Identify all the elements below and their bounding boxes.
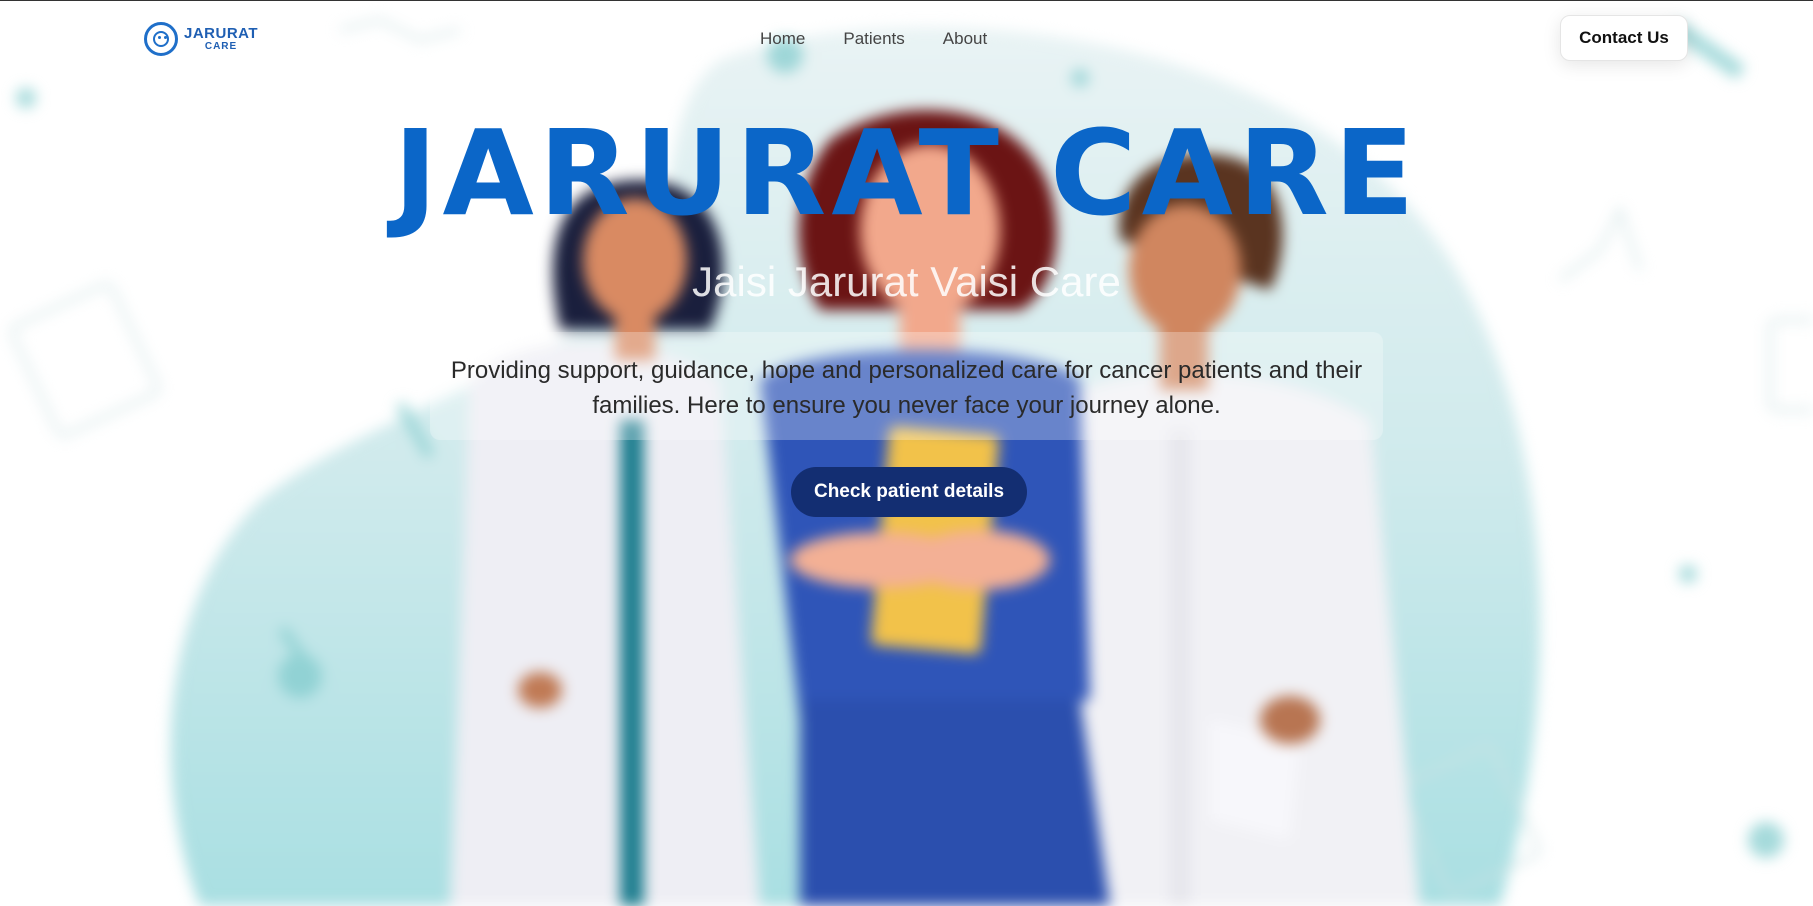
hero-description: Providing support, guidance, hope and pe… — [450, 357, 1363, 419]
nav-link-about[interactable]: About — [943, 28, 987, 50]
contact-us-button[interactable]: Contact Us — [1560, 15, 1688, 61]
logo-line-2: CARE — [204, 41, 238, 52]
nav-link-home[interactable]: Home — [760, 28, 805, 50]
top-navbar: JARURAT CARE Home Patients About Contact… — [0, 0, 1813, 80]
hero-title: JARURAT CARE — [393, 104, 1420, 242]
logo-line-1: JARURAT — [184, 25, 259, 42]
brand-logo[interactable]: JARURAT CARE — [144, 20, 264, 58]
logo-wordmark: JARURAT CARE — [184, 26, 258, 52]
top-border — [0, 0, 1813, 1]
check-patient-details-button[interactable]: Check patient details — [791, 467, 1027, 517]
hero-tagline: Jaisi Jarurat Vaisi Care — [692, 258, 1121, 305]
logo-face-icon — [144, 22, 178, 56]
main-nav: Home Patients About — [760, 28, 1025, 50]
nav-link-patients[interactable]: Patients — [843, 28, 904, 50]
